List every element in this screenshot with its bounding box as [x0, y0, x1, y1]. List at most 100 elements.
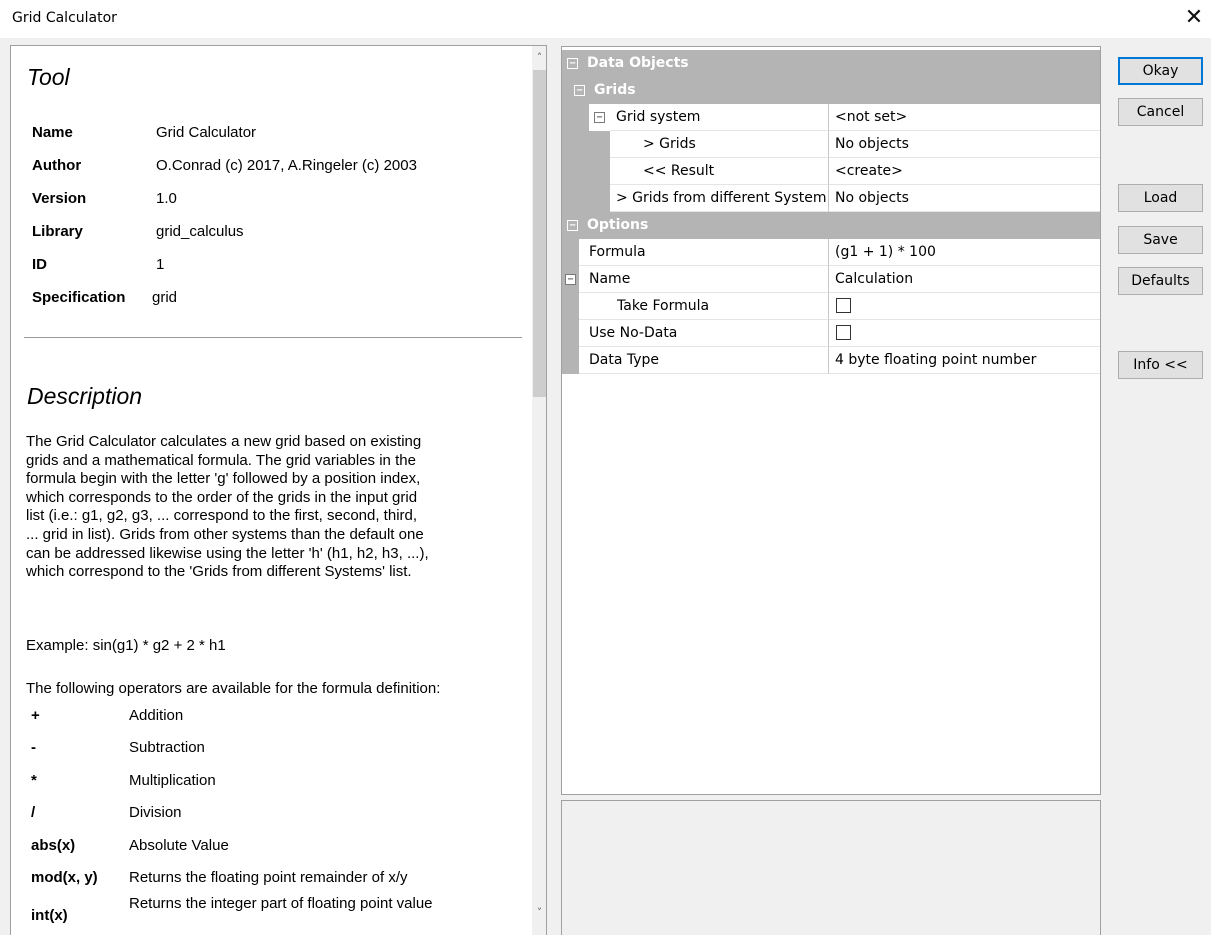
description-line: list (i.e.: g1, g2, g3, ... correspond t…	[26, 507, 418, 525]
close-icon[interactable]: ✕	[1180, 4, 1208, 32]
operators-intro: The following operators are available fo…	[26, 680, 441, 697]
okay-button[interactable]: Okay	[1118, 57, 1203, 85]
info-scrollbar[interactable]: ˄ ˅	[532, 46, 546, 935]
collapse-icon[interactable]: −	[567, 220, 578, 231]
operator-symbol: int(x)	[31, 907, 68, 925]
category-options[interactable]: − Options	[562, 212, 1100, 239]
operator-row: + Addition	[31, 699, 526, 731]
tool-info-pane: Tool Name Grid Calculator Author O.Conra…	[10, 45, 547, 935]
meta-value: 1.0	[156, 190, 177, 207]
operators-table: + Addition - Subtraction * Multiplicatio…	[31, 699, 526, 926]
parameter-property-grid: − Data Objects − Grids − Grid system <no…	[561, 46, 1101, 795]
operator-row: mod(x, y) Returns the floating point rem…	[31, 861, 526, 893]
operator-symbol: -	[31, 739, 36, 757]
property-value: No objects	[835, 190, 909, 206]
meta-value: O.Conrad (c) 2017, A.Ringeler (c) 2003	[156, 157, 417, 174]
collapse-icon[interactable]: −	[565, 274, 576, 285]
meta-value: 1	[156, 256, 165, 273]
operator-description: Absolute Value	[129, 836, 229, 854]
operator-description: Subtraction	[129, 739, 205, 757]
property-grids[interactable]: > Grids No objects	[562, 131, 1100, 158]
meta-value: grid	[152, 289, 178, 306]
operator-description: Returns the floating point remainder of …	[129, 868, 408, 886]
scroll-thumb[interactable]	[533, 70, 546, 397]
category-label: Data Objects	[587, 55, 689, 71]
operator-symbol: abs(x)	[31, 836, 76, 854]
meta-value: Grid Calculator	[156, 124, 257, 141]
property-name-row[interactable]: − Name Calculation	[562, 266, 1100, 293]
description-paragraph: The Grid Calculator calculates a new gri…	[26, 433, 526, 582]
title-bar: Grid Calculator ✕	[0, 0, 1211, 38]
take-formula-checkbox[interactable]	[836, 298, 851, 313]
meta-label: Version	[32, 190, 87, 207]
property-grids-different-system[interactable]: > Grids from different System No objects	[562, 185, 1100, 212]
description-heading: Description	[27, 383, 143, 409]
property-value: <not set>	[835, 109, 908, 125]
property-data-type[interactable]: Data Type 4 byte floating point number	[562, 347, 1100, 374]
property-value: 4 byte floating point number	[835, 352, 1037, 368]
collapse-icon[interactable]: −	[567, 58, 578, 69]
property-name: Take Formula	[617, 298, 710, 314]
use-no-data-checkbox[interactable]	[836, 325, 851, 340]
category-data-objects[interactable]: − Data Objects	[562, 50, 1100, 77]
operator-description: Returns the integer part of floating poi…	[129, 895, 433, 913]
property-value: Calculation	[835, 271, 914, 287]
operator-description: Addition	[129, 707, 184, 724]
meta-label: ID	[32, 256, 47, 273]
defaults-button[interactable]: Defaults	[1118, 267, 1203, 295]
property-formula[interactable]: Formula (g1 + 1) * 100	[562, 239, 1100, 266]
property-name: << Result	[643, 163, 715, 179]
tool-heading: Tool	[27, 64, 70, 90]
operator-row: * Multiplication	[31, 764, 526, 796]
load-button[interactable]: Load	[1118, 184, 1203, 212]
operator-symbol: +	[31, 707, 40, 724]
operator-description: Division	[129, 804, 182, 822]
meta-label: Specification	[32, 289, 126, 306]
category-label: Options	[587, 217, 649, 233]
category-grids[interactable]: − Grids	[562, 77, 1100, 104]
property-name: Formula	[589, 244, 646, 260]
description-line: The Grid Calculator calculates a new gri…	[26, 433, 422, 450]
description-line: ... grid in list). Grids from other syst…	[26, 525, 424, 543]
property-name: Data Type	[589, 352, 660, 368]
property-name: > Grids from different System	[616, 190, 827, 206]
description-line: grids and a mathematical formula. The gr…	[26, 451, 416, 469]
property-grid-system[interactable]: − Grid system <not set>	[562, 104, 1100, 131]
operator-row: int(x) Returns the integer part of float…	[31, 893, 526, 925]
operator-symbol: /	[31, 804, 36, 822]
description-line: can be addressed likewise using the lett…	[26, 544, 429, 562]
scroll-down-icon[interactable]: ˅	[532, 906, 546, 921]
info-toggle-button[interactable]: Info <<	[1118, 351, 1203, 379]
property-result[interactable]: << Result <create>	[562, 158, 1100, 185]
property-name: Name	[589, 271, 631, 287]
meta-label: Author	[32, 157, 82, 174]
save-button[interactable]: Save	[1118, 226, 1203, 254]
description-line: which corresponds to the order of the gr…	[26, 488, 418, 506]
window-title: Grid Calculator	[12, 10, 117, 26]
meta-label: Name	[32, 124, 73, 141]
operator-row: / Division	[31, 796, 526, 828]
property-name: Grid system	[616, 109, 701, 125]
property-name: Use No-Data	[589, 325, 678, 341]
section-divider	[24, 337, 522, 338]
property-take-formula[interactable]: Take Formula	[562, 293, 1100, 320]
formula-example: Example: sin(g1) * g2 + 2 * h1	[26, 637, 226, 654]
property-value: <create>	[835, 163, 903, 179]
operator-symbol: *	[31, 771, 37, 789]
property-name: > Grids	[643, 136, 696, 152]
property-value: (g1 + 1) * 100	[835, 244, 936, 260]
property-value: No objects	[835, 136, 909, 152]
meta-label: Library	[32, 223, 83, 240]
category-label: Grids	[594, 82, 636, 98]
scroll-up-icon[interactable]: ˄	[532, 51, 546, 66]
operator-description: Multiplication	[129, 771, 216, 789]
property-use-no-data[interactable]: Use No-Data	[562, 320, 1100, 347]
collapse-icon[interactable]: −	[594, 112, 605, 123]
cancel-button[interactable]: Cancel	[1118, 98, 1203, 126]
operator-symbol: mod(x, y)	[31, 868, 98, 886]
tool-info-content: Tool Name Grid Calculator Author O.Conra…	[11, 46, 531, 935]
collapse-icon[interactable]: −	[574, 85, 585, 96]
description-line: which correspond to the 'Grids from diff…	[26, 563, 412, 581]
meta-value: grid_calculus	[156, 223, 244, 240]
description-line: formula begin with the letter 'g' follow…	[26, 470, 421, 488]
